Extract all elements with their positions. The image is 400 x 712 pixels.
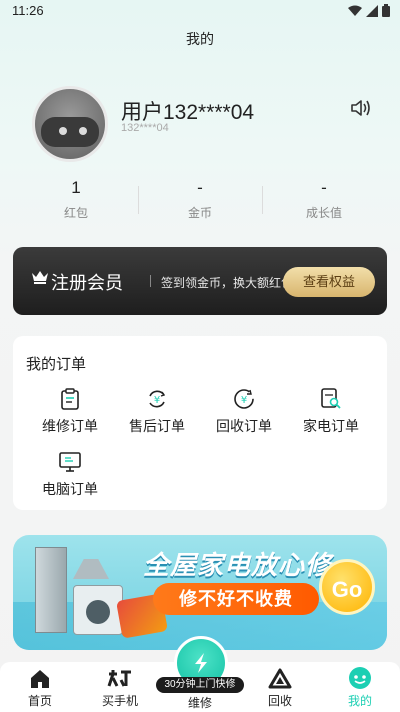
order-label: 家电订单 xyxy=(303,418,359,434)
tab-mine[interactable]: 我的 xyxy=(320,662,400,709)
status-time: 11:26 xyxy=(12,3,44,18)
hood-illustration xyxy=(73,559,109,579)
yuan-cycle-icon: ¥ xyxy=(234,389,254,409)
order-computer[interactable]: 电脑订单 xyxy=(25,449,115,499)
repair-promo-tag: 30分钟上门快修 xyxy=(156,677,244,693)
lightning-icon xyxy=(195,653,207,673)
stat-redpacket[interactable]: 1 红包 xyxy=(14,176,138,226)
monitor-icon xyxy=(59,452,81,472)
svg-text:¥: ¥ xyxy=(154,395,160,406)
page-title: 我的 xyxy=(186,31,214,47)
status-bar: 11:26 xyxy=(0,0,400,22)
order-label: 维修订单 xyxy=(42,418,98,434)
order-repair[interactable]: 维修订单 xyxy=(25,386,115,436)
vip-title: 注册会员 xyxy=(51,273,123,293)
tab-label: 买手机 xyxy=(101,694,138,708)
cellular-icon xyxy=(366,4,378,17)
tab-label: 首页 xyxy=(27,694,52,708)
stats-row: 1 红包 - 金币 - 成长值 xyxy=(14,176,386,226)
yuan-refresh-icon: ¥ xyxy=(149,390,166,408)
order-label: 电脑订单 xyxy=(42,481,98,497)
svg-text:¥: ¥ xyxy=(241,395,247,406)
tab-home[interactable]: 首页 xyxy=(0,662,80,709)
smiley-face-icon xyxy=(349,667,371,689)
stat-label: 成长值 xyxy=(305,206,342,220)
stat-growth[interactable]: - 成长值 xyxy=(262,176,386,226)
profile-header[interactable]: 用户132****04 132****04 xyxy=(32,86,372,166)
stat-label: 红包 xyxy=(63,206,88,220)
tab-label: 我的 xyxy=(347,694,372,708)
banner-go-button[interactable]: Go xyxy=(319,559,375,615)
stat-value: - xyxy=(197,178,203,197)
order-recycle[interactable]: ¥ 回收订单 xyxy=(199,386,289,436)
banner-tagline: 修不好不收费 xyxy=(153,583,319,615)
avatar[interactable] xyxy=(32,86,108,162)
order-label: 回收订单 xyxy=(216,418,272,434)
home-icon xyxy=(31,670,49,688)
fridge-illustration xyxy=(35,547,67,633)
user-phone: 132****04 xyxy=(121,122,169,134)
order-appliance[interactable]: 家电订单 xyxy=(286,386,376,436)
stat-label: 金币 xyxy=(187,206,212,220)
wifi-icon xyxy=(348,5,362,16)
order-label: 售后订单 xyxy=(129,418,185,434)
stat-value: 1 xyxy=(71,178,81,197)
speaker-icon[interactable] xyxy=(350,98,372,118)
crown-icon xyxy=(32,271,48,284)
recycle-triangle-icon xyxy=(268,668,292,689)
vip-desc: 签到领金币，换大额红包 xyxy=(161,276,294,290)
new-phone-icon xyxy=(107,670,131,687)
battery-icon xyxy=(382,4,390,17)
orders-title: 我的订单 xyxy=(26,356,87,373)
tab-recycle[interactable]: 回收 xyxy=(240,662,320,709)
washer-illustration xyxy=(73,585,123,635)
tab-buy-phone[interactable]: 买手机 xyxy=(80,662,160,709)
banner-headline: 全屋家电放心修 xyxy=(143,550,333,580)
clipboard-icon xyxy=(61,388,79,410)
tab-label: 维修 xyxy=(187,696,212,710)
stat-coins[interactable]: - 金币 xyxy=(138,176,262,226)
promo-banner[interactable]: 全屋家电放心修 修不好不收费 Go xyxy=(13,535,387,650)
vip-divider xyxy=(150,275,151,287)
stat-value: - xyxy=(321,178,327,197)
vip-card[interactable]: 注册会员 签到领金币，换大额红包 查看权益 xyxy=(13,247,387,315)
tab-label: 回收 xyxy=(267,694,292,708)
order-aftersale[interactable]: ¥ 售后订单 xyxy=(112,386,202,436)
orders-card: 我的订单 维修订单 ¥ 售后订单 ¥ 回收订单 家电订单 电脑订单 xyxy=(13,336,387,510)
status-icons xyxy=(348,4,390,17)
appliance-search-icon xyxy=(321,388,341,409)
view-benefits-button[interactable]: 查看权益 xyxy=(283,267,375,297)
